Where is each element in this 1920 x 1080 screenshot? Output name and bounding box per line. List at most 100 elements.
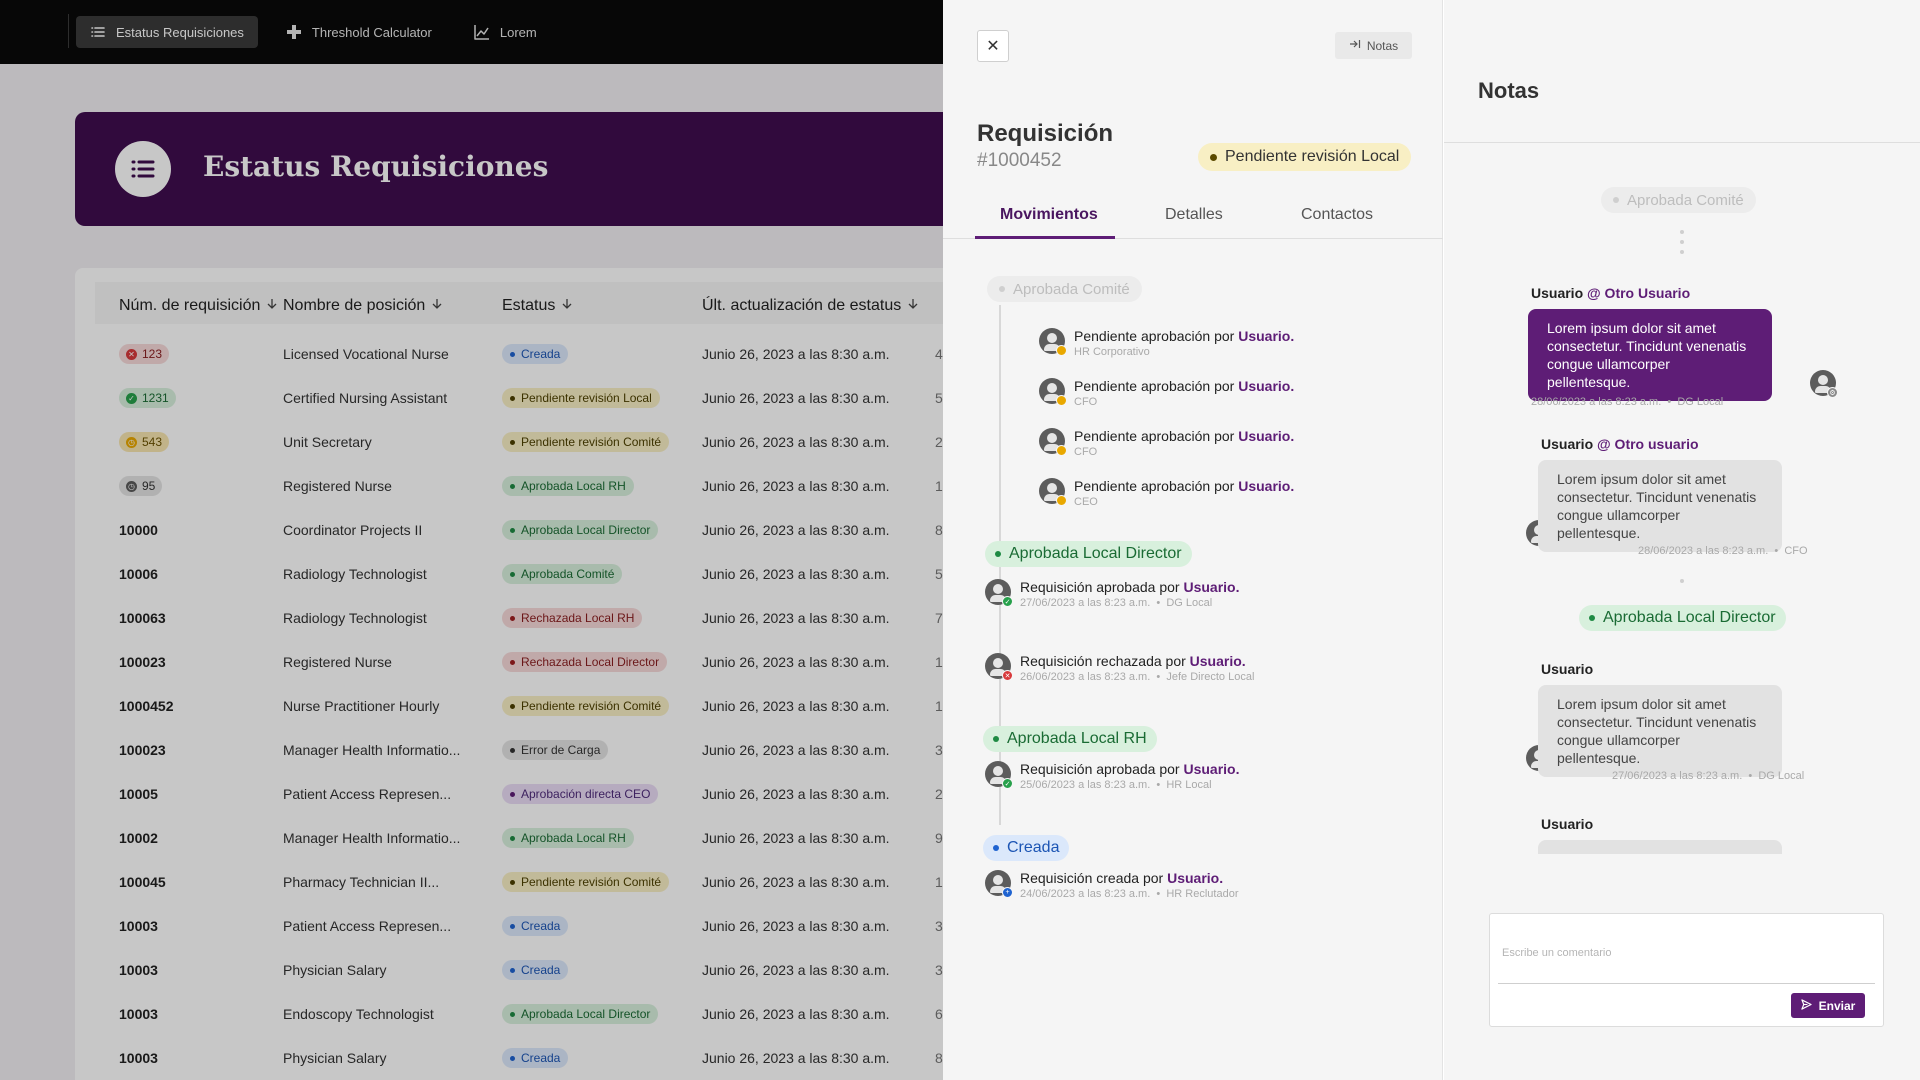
note-mention[interactable]: @ Otro usuario	[1597, 436, 1699, 452]
tab-contactos[interactable]: Contactos	[1301, 206, 1373, 224]
check-icon: ✓	[1002, 778, 1013, 789]
note-date: 28/06/2023 a las 8:23 a.m.	[1638, 545, 1769, 557]
timeline-event-created: + Requisición creada por Usuario. 24/06/2…	[985, 870, 1238, 901]
timeline-group-status: Aprobada Local Director	[985, 541, 1192, 567]
event-user-link[interactable]: Usuario.	[1167, 870, 1223, 886]
note-date: 27/06/2023 a las 8:23 a.m.	[1612, 770, 1743, 782]
avatar	[1039, 478, 1067, 506]
event-date: 25/06/2023 a las 8:23 a.m.	[1020, 779, 1151, 791]
tab-detalles[interactable]: Detalles	[1165, 206, 1223, 224]
status-dot	[993, 736, 999, 742]
status-dot	[1613, 197, 1619, 203]
status-label: Aprobada Local RH	[1007, 730, 1147, 747]
avatar: +	[985, 870, 1013, 898]
event-user-link[interactable]: Usuario.	[1238, 478, 1294, 494]
timeline-group-status: Aprobada Local RH	[983, 726, 1157, 752]
requisition-detail-panel: ✕ Notas Requisición #1000452 Pendiente r…	[943, 0, 1443, 1080]
note-role: DG Local	[1677, 396, 1724, 408]
timeline-event-pending: Pendiente aprobación por Usuario. CFO	[1039, 428, 1294, 459]
status-label: Aprobada Local Director	[1009, 545, 1182, 562]
event-text: Requisición aprobada por	[1020, 579, 1180, 595]
event-text: Requisición creada por	[1020, 870, 1164, 886]
note-author: Usuario	[1541, 661, 1593, 677]
plus-icon: +	[1002, 887, 1013, 898]
event-role: DG Local	[1166, 597, 1213, 609]
event-text: Pendiente aprobación por	[1074, 328, 1235, 344]
clock-icon	[1056, 445, 1067, 456]
event-user-link[interactable]: Usuario.	[1238, 428, 1294, 444]
event-role: CEO	[1074, 496, 1098, 508]
modal-backdrop[interactable]	[0, 0, 943, 1080]
timeline-future-status: Aprobada Comité	[987, 276, 1142, 302]
requisition-number: #1000452	[977, 150, 1062, 171]
event-role: CFO	[1074, 396, 1098, 408]
timeline-gap-indicator	[1680, 230, 1684, 260]
notes-future-status: Aprobada Comité	[1601, 187, 1756, 213]
status-label: Creada	[1007, 839, 1060, 856]
collapse-right-icon	[1349, 38, 1361, 53]
comment-box: Enviar	[1489, 913, 1884, 1027]
event-role: HR Reclutador	[1166, 888, 1239, 900]
clock-icon	[1056, 395, 1067, 406]
tab-movimientos[interactable]: Movimientos	[1000, 206, 1098, 224]
send-button[interactable]: Enviar	[1791, 993, 1865, 1018]
event-user-link[interactable]: Usuario.	[1183, 761, 1239, 777]
gear-icon: ⚙	[1827, 387, 1838, 398]
status-dot	[999, 286, 1005, 292]
note-meta: 28/06/2023 a las 8:23 a.m. • DG Local	[1531, 396, 1724, 408]
avatar: ✓	[985, 761, 1013, 789]
status-label: Aprobada Comité	[1013, 280, 1130, 298]
event-user-link[interactable]: Usuario.	[1238, 328, 1294, 344]
event-text: Requisición aprobada por	[1020, 761, 1180, 777]
note-author-name: Usuario	[1541, 661, 1594, 677]
avatar	[1039, 378, 1067, 406]
status-label: Aprobada Comité	[1627, 191, 1744, 209]
notes-title: Notas	[1478, 78, 1540, 103]
event-role: Jefe Directo Local	[1166, 671, 1255, 683]
note-author-name: Usuario	[1541, 436, 1594, 452]
status-badge: Pendiente revisión Local	[1198, 143, 1412, 171]
event-text: Pendiente aprobación por	[1074, 378, 1235, 394]
avatar: ✕	[985, 653, 1013, 681]
close-button[interactable]: ✕	[977, 30, 1009, 62]
event-role: CFO	[1074, 446, 1098, 458]
event-text: Pendiente aprobación por	[1074, 428, 1235, 444]
status-dot	[1210, 153, 1217, 161]
note-role: CFO	[1784, 545, 1808, 557]
event-date: 27/06/2023 a las 8:23 a.m.	[1020, 597, 1151, 609]
avatar: ⚙	[1810, 370, 1838, 398]
event-date: 26/06/2023 a las 8:23 a.m.	[1020, 671, 1151, 683]
status-dot	[993, 845, 999, 851]
comment-input[interactable]	[1498, 922, 1875, 984]
notes-group-status: Aprobada Local Director	[1579, 605, 1786, 631]
event-user-link[interactable]: Usuario.	[1238, 378, 1294, 394]
x-icon: ✕	[1002, 670, 1013, 681]
note-author: Usuario	[1541, 816, 1593, 832]
event-date: 24/06/2023 a las 8:23 a.m.	[1020, 888, 1151, 900]
timeline-event-rejected: ✕ Requisición rechazada por Usuario. 26/0…	[985, 653, 1254, 684]
notas-toggle-button[interactable]: Notas	[1335, 32, 1412, 59]
status-dot	[1589, 615, 1595, 621]
timeline-event-pending: Pendiente aprobación por Usuario. HR Corp…	[1039, 328, 1294, 359]
notas-button-label: Notas	[1366, 38, 1399, 53]
event-role: HR Local	[1166, 779, 1212, 791]
notes-panel: Notas Aprobada Comité Usuario @ Otro Usu…	[1444, 0, 1920, 1080]
avatar: ✓	[985, 579, 1013, 607]
timeline-event-approved: ✓ Requisición aprobada por Usuario. 25/06…	[985, 761, 1239, 792]
send-button-label: Enviar	[1818, 998, 1856, 1013]
event-text: Pendiente aprobación por	[1074, 478, 1235, 494]
note-meta: 28/06/2023 a las 8:23 a.m. • CFO	[1638, 545, 1808, 557]
clock-icon	[1056, 495, 1067, 506]
event-user-link[interactable]: Usuario.	[1183, 579, 1239, 595]
note-bubble-partial	[1538, 840, 1782, 854]
note-meta: 27/06/2023 a las 8:23 a.m. • DG Local	[1612, 770, 1805, 782]
avatar	[1039, 328, 1067, 356]
avatar	[1039, 428, 1067, 456]
event-user-link[interactable]: Usuario.	[1190, 653, 1246, 669]
note-author-name: Usuario	[1541, 816, 1594, 832]
note-mention[interactable]: @ Otro Usuario	[1587, 285, 1690, 301]
close-icon: ✕	[986, 38, 1000, 55]
send-icon	[1800, 998, 1812, 1013]
clock-icon	[1056, 345, 1067, 356]
note-author: Usuario @ Otro Usuario	[1531, 285, 1690, 301]
